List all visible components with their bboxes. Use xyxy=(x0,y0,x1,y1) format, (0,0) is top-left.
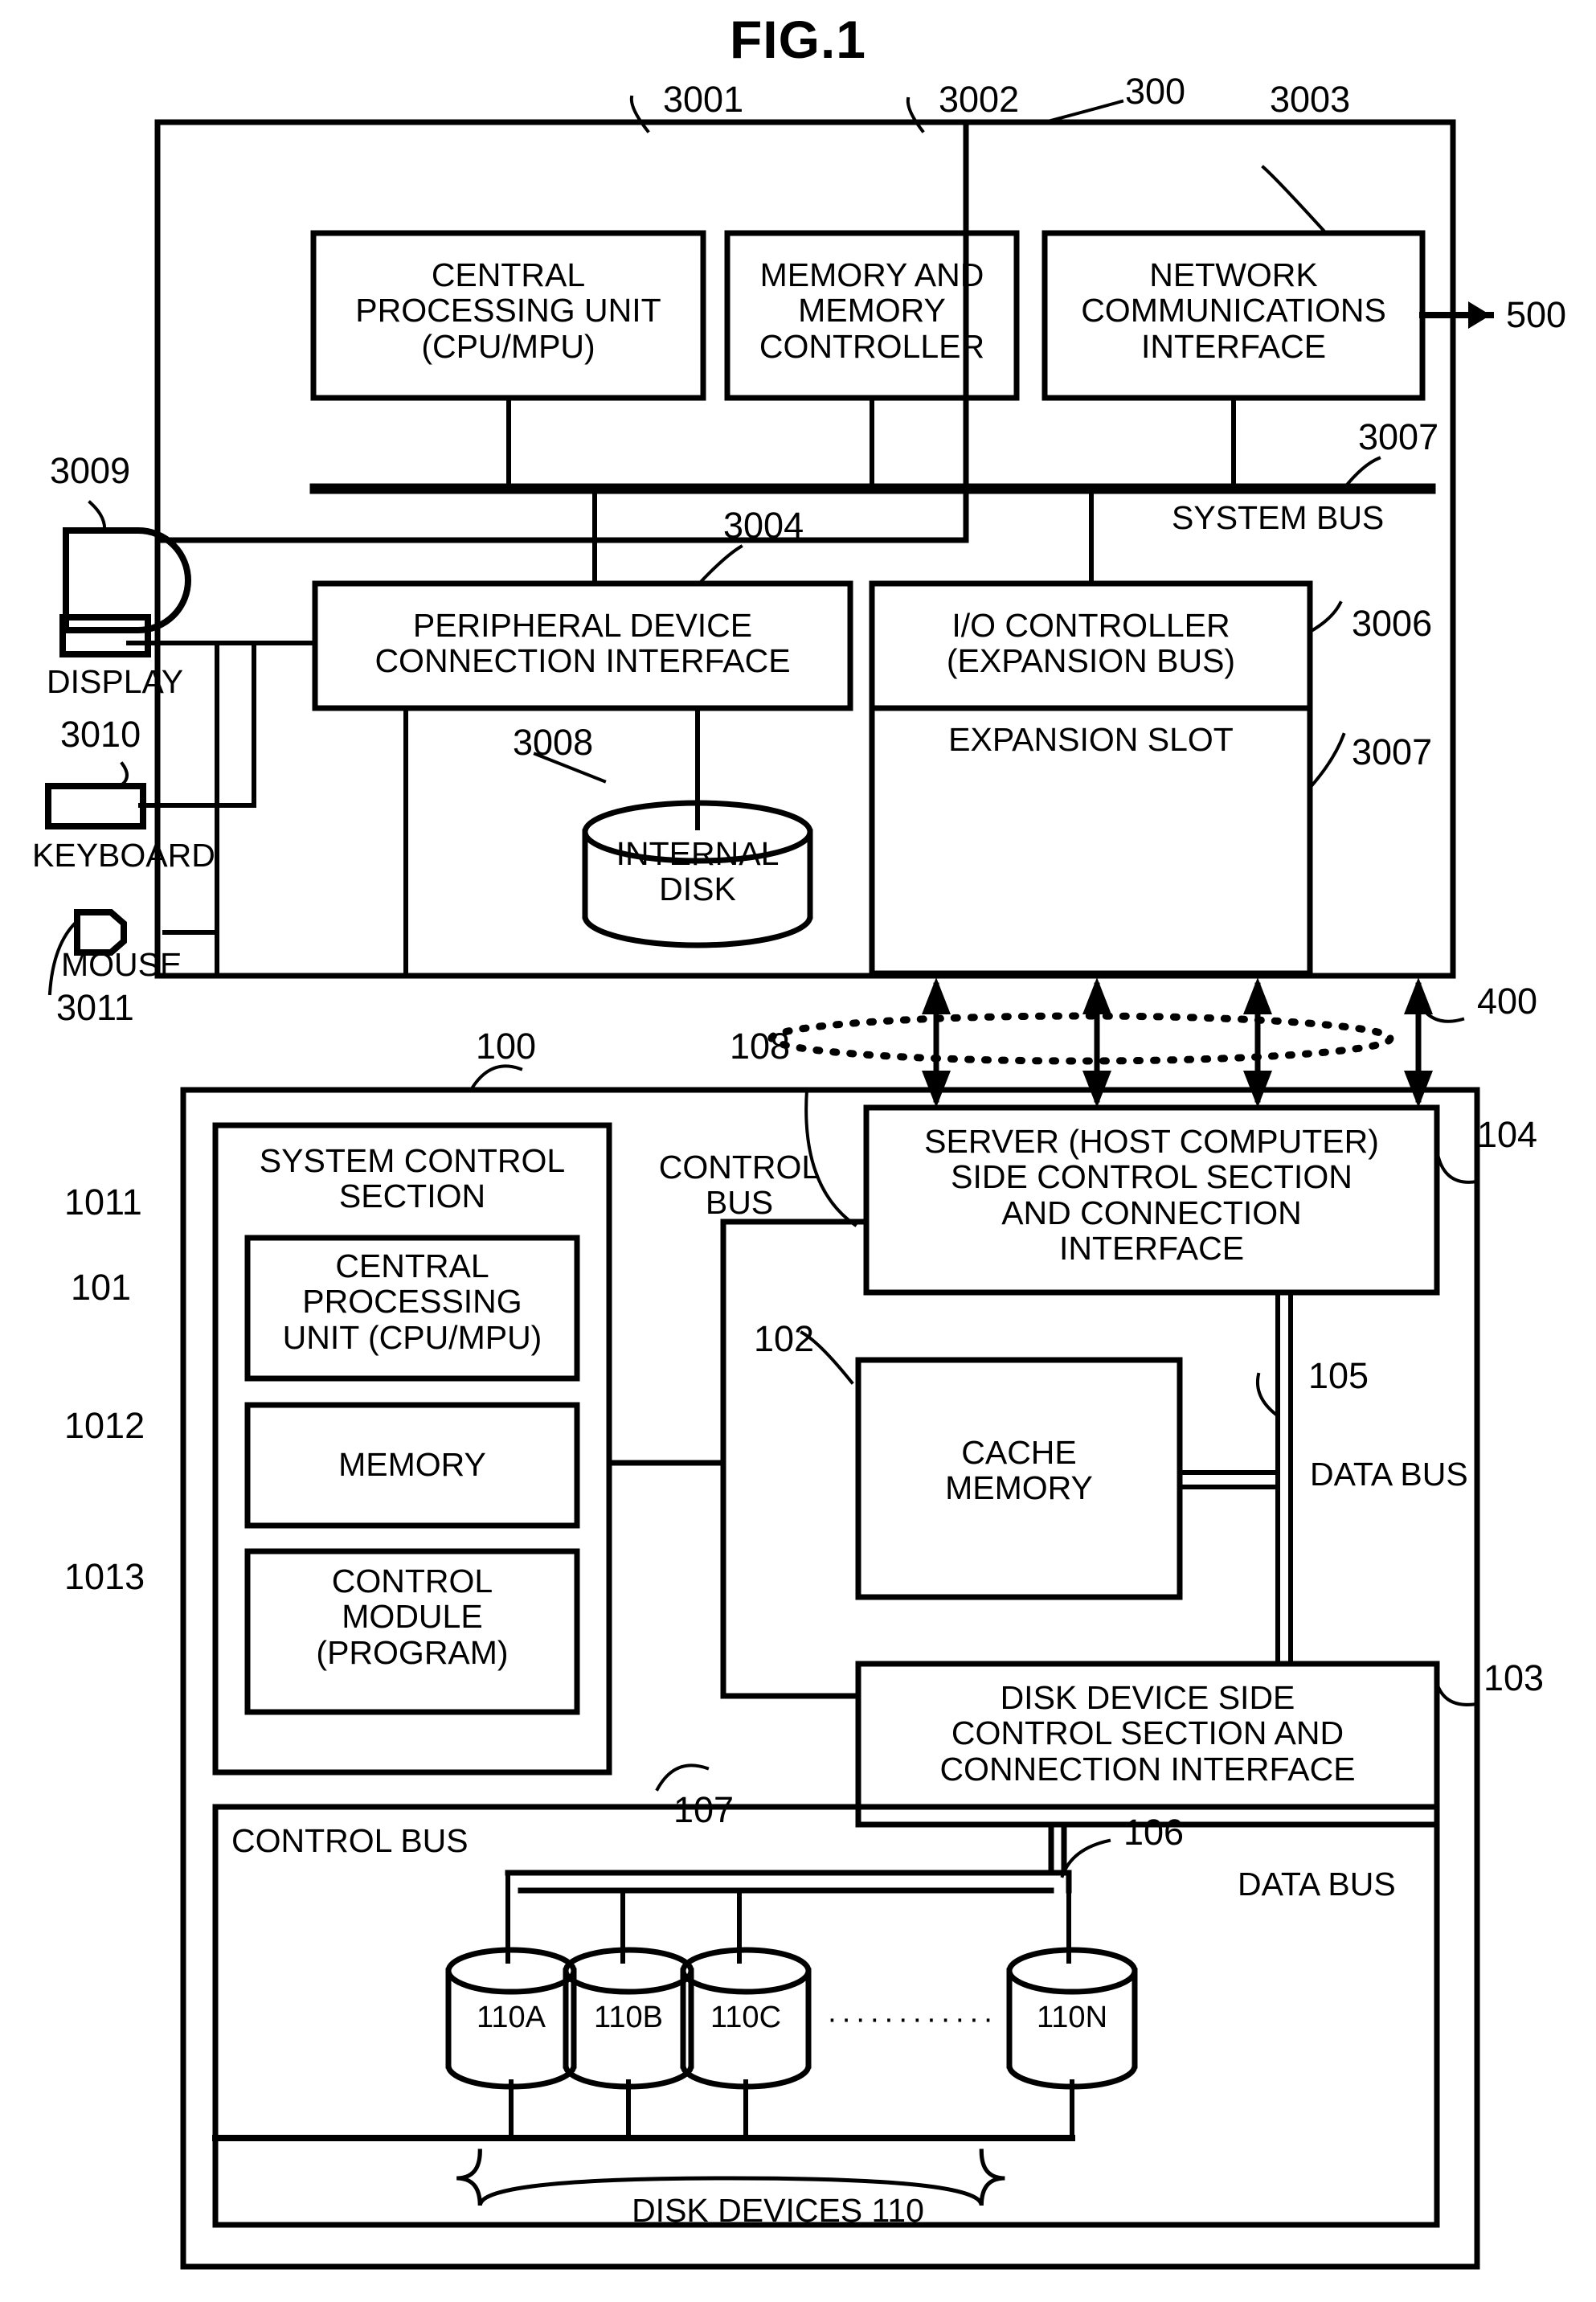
disk-label-110C: 110C xyxy=(710,2001,782,2034)
cpu-box-label: CENTRAL PROCESSING UNIT (CPU/MPU) xyxy=(355,256,661,365)
ref-3011: 3011 xyxy=(56,987,134,1028)
storage-memory-label: MEMORY xyxy=(338,1446,486,1483)
ref-107: 107 xyxy=(673,1789,735,1830)
io-controller-label: I/O CONTROLLER (EXPANSION BUS) xyxy=(946,607,1236,680)
system-bus-label: SYSTEM BUS xyxy=(1172,499,1385,536)
ref-1011: 1011 xyxy=(64,1182,142,1223)
ref-300: 300 xyxy=(1125,71,1186,112)
ref-108: 108 xyxy=(730,1026,791,1067)
figure-title: FIG.1 xyxy=(729,10,867,69)
memory-controller-box-label: MEMORY AND MEMORY CONTROLLER xyxy=(759,256,985,365)
ref-3008: 3008 xyxy=(513,722,594,763)
ref-3009: 3009 xyxy=(50,450,131,491)
ref-101: 101 xyxy=(71,1267,132,1308)
data-bus-lower-label: DATA BUS xyxy=(1238,1866,1396,1903)
ref-104: 104 xyxy=(1477,1114,1538,1155)
disk-ellipsis: ············ xyxy=(827,2002,997,2036)
ref-3010: 3010 xyxy=(60,714,141,755)
ref-102: 102 xyxy=(754,1318,815,1359)
ref-3006: 3006 xyxy=(1352,603,1433,644)
ref-3007-expansion: 3007 xyxy=(1352,731,1433,772)
disk-label-110B: 110B xyxy=(594,2001,663,2034)
ref-1013: 1013 xyxy=(64,1556,145,1597)
system-control-section-label: SYSTEM CONTROL SECTION xyxy=(259,1142,566,1215)
control-bus-upper-label: CONTROL BUS xyxy=(658,1149,821,1222)
disk-devices-caption: DISK DEVICES 110 xyxy=(632,2192,924,2229)
ref-100: 100 xyxy=(476,1026,537,1067)
ref-103: 103 xyxy=(1483,1657,1545,1698)
ref-1012: 1012 xyxy=(64,1405,145,1446)
cache-memory-label: CACHE MEMORY xyxy=(945,1434,1093,1507)
disk-label-110A: 110A xyxy=(477,2001,546,2034)
patent-figure-1: FIG.1 3001 3002 300 3003 500 3007 3004 3… xyxy=(0,0,1596,2302)
ref-3003: 3003 xyxy=(1270,79,1351,120)
storage-cpu-label: CENTRAL PROCESSING UNIT (CPU/MPU) xyxy=(282,1247,542,1356)
ref-106: 106 xyxy=(1123,1812,1185,1853)
disk-label-110N: 110N xyxy=(1036,2001,1108,2034)
ref-3002: 3002 xyxy=(939,79,1020,120)
peripheral-interface-label: PERIPHERAL DEVICE CONNECTION INTERFACE xyxy=(374,607,791,680)
server-side-interface-label: SERVER (HOST COMPUTER) SIDE CONTROL SECT… xyxy=(924,1123,1379,1267)
ref-3007-system-bus: 3007 xyxy=(1358,416,1439,457)
ref-3004: 3004 xyxy=(723,505,804,546)
ref-105: 105 xyxy=(1308,1355,1369,1396)
data-bus-upper-label: DATA BUS xyxy=(1310,1456,1468,1493)
control-bus-lower-label: CONTROL BUS xyxy=(231,1822,469,1859)
keyboard-label: KEYBOARD xyxy=(32,837,215,874)
internal-disk-label: INTERNAL DISK xyxy=(616,835,780,908)
ref-400: 400 xyxy=(1477,981,1538,1022)
display-label: DISPLAY xyxy=(47,663,184,700)
mouse-label: MOUSE xyxy=(61,946,182,983)
network-interface-box-label: NETWORK COMMUNICATIONS INTERFACE xyxy=(1081,256,1386,365)
ref-3001: 3001 xyxy=(663,79,744,120)
disk-side-interface-label: DISK DEVICE SIDE CONTROL SECTION AND CON… xyxy=(939,1679,1356,1788)
expansion-slot-label: EXPANSION SLOT xyxy=(948,721,1234,758)
ref-500: 500 xyxy=(1506,294,1567,335)
control-module-label: CONTROL MODULE (PROGRAM) xyxy=(316,1563,509,1671)
